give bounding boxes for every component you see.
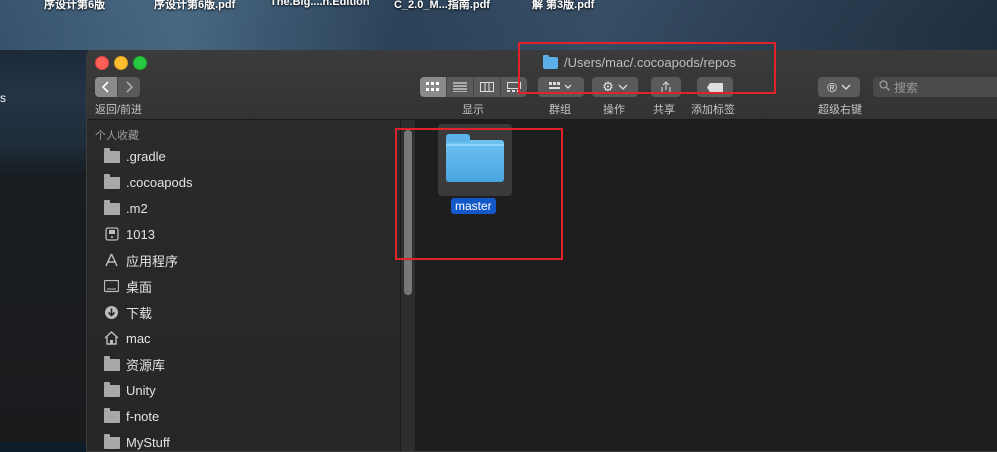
sidebar-item-label: MyStuff (126, 434, 170, 450)
share-label: 共享 (653, 104, 675, 116)
desktop-wallpaper-left (0, 50, 88, 442)
folder-icon (103, 148, 120, 163)
nav-buttons (95, 77, 140, 97)
desktop-edge-text: s (0, 91, 6, 105)
desktop-file-label[interactable]: C_2.0_M...指南.pdf (394, 0, 490, 12)
super-right-click-label: 超级右键 (818, 104, 862, 116)
sidebar: 个人收藏 .gradle .cocoapods .m2 1013 应用程序 桌面… (87, 120, 401, 451)
sidebar-item-f-note[interactable]: f-note (103, 404, 159, 428)
sidebar-item-m2[interactable]: .m2 (103, 196, 148, 220)
search-placeholder: 搜索 (894, 80, 919, 95)
close-button[interactable] (95, 56, 109, 70)
highlight-box-path (518, 42, 776, 94)
chevron-left-icon (101, 81, 109, 93)
list-view-button[interactable] (447, 77, 474, 97)
disk-icon (103, 227, 120, 241)
chevron-right-icon (126, 81, 134, 93)
desktop-file-label[interactable]: 序设计第6版 (44, 0, 105, 12)
action-label: 操作 (603, 104, 625, 116)
columns-icon (480, 82, 494, 92)
forward-button[interactable] (118, 77, 140, 97)
download-icon (103, 305, 120, 319)
sidebar-item-label: .cocoapods (126, 174, 193, 190)
folder-icon (103, 356, 120, 371)
sidebar-item-label: 下载 (126, 305, 153, 321)
desktop-file-label[interactable]: 解 第3版.pdf (532, 0, 594, 12)
sidebar-item-label: .m2 (126, 200, 148, 216)
sidebar-item-unity[interactable]: Unity (103, 378, 156, 402)
minimize-button[interactable] (114, 56, 128, 70)
sidebar-item-desktop[interactable]: 桌面 (103, 274, 152, 298)
sidebar-item-1013[interactable]: 1013 (103, 222, 155, 246)
desktop-icon (103, 279, 120, 293)
folder-icon (103, 382, 120, 397)
group-label: 群组 (549, 104, 571, 116)
sidebar-section-favorites: 个人收藏 (95, 130, 139, 142)
nav-label: 返回/前进 (95, 104, 143, 116)
back-button[interactable] (95, 77, 118, 97)
folder-icon (103, 434, 120, 449)
search-icon (879, 80, 890, 94)
sidebar-item-label: Unity (126, 382, 156, 398)
super-right-click-button[interactable]: ® (818, 77, 860, 97)
chevron-down-icon (841, 84, 851, 90)
icon-view-button[interactable] (420, 77, 447, 97)
sidebar-item-label: 应用程序 (126, 253, 179, 269)
view-label: 显示 (462, 104, 484, 116)
folder-icon (103, 408, 120, 423)
grid-icon (426, 82, 439, 91)
desktop-file-label[interactable]: The.Big....n.Edition (270, 0, 370, 8)
folder-icon (103, 200, 120, 215)
sidebar-item-label: 1013 (126, 226, 155, 242)
folder-icon (103, 174, 120, 189)
applications-icon (103, 253, 120, 267)
sidebar-item-library[interactable]: 资源库 (103, 352, 165, 376)
desktop-wallpaper-top (0, 0, 997, 50)
view-mode-control (420, 77, 527, 97)
list-icon (453, 82, 467, 92)
add-tag-label: 添加标签 (691, 104, 735, 116)
sidebar-item-label: 桌面 (126, 279, 153, 295)
sidebar-item-label: .gradle (126, 148, 166, 164)
home-icon (103, 331, 120, 345)
sidebar-item-downloads[interactable]: 下载 (103, 300, 152, 324)
zoom-button[interactable] (133, 56, 147, 70)
sidebar-item-mac[interactable]: mac (103, 326, 151, 350)
sidebar-item-cocoapods[interactable]: .cocoapods (103, 170, 193, 194)
sidebar-item-label: 资源库 (126, 357, 166, 373)
sidebar-item-applications[interactable]: 应用程序 (103, 248, 178, 272)
sidebar-item-label: f-note (126, 408, 160, 424)
desktop-file-label[interactable]: 序设计第6版.pdf (154, 0, 235, 12)
column-view-button[interactable] (474, 77, 501, 97)
search-field[interactable]: 搜索 (873, 77, 997, 97)
sidebar-item-mystuff[interactable]: MyStuff (103, 430, 170, 451)
highlight-box-folder (395, 128, 563, 260)
sidebar-item-gradle[interactable]: .gradle (103, 144, 166, 168)
registered-icon: ® (827, 79, 837, 95)
sidebar-item-label: mac (126, 330, 151, 346)
